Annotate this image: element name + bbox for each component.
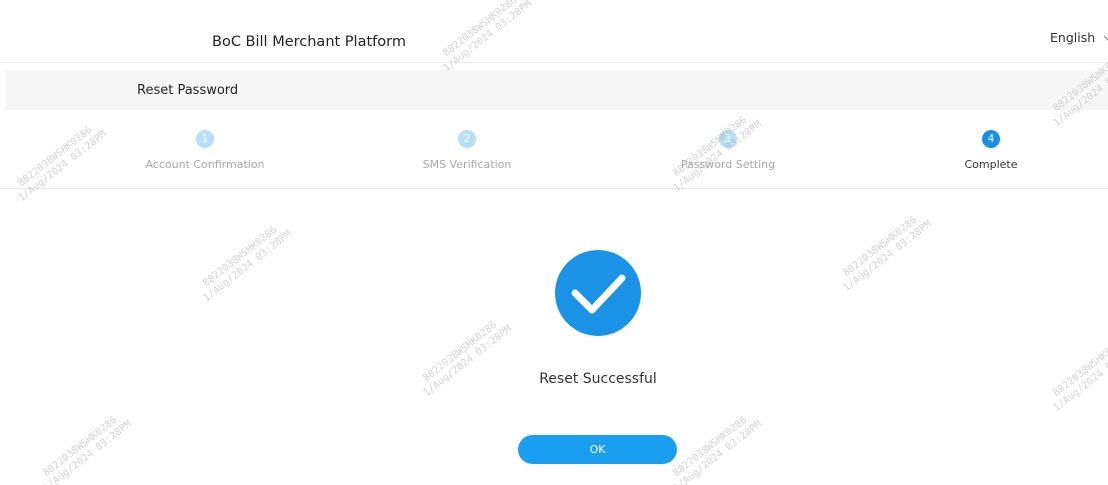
step-password-setting: 3 Password Setting (628, 130, 828, 171)
platform-name: BoC Bill Merchant Platform (212, 34, 406, 50)
watermark-id: 8822038WSHK0286 (201, 224, 280, 290)
step-number-badge: 2 (458, 130, 476, 148)
top-header: BoC Bill Merchant Platform English (0, 0, 1108, 63)
watermark: 8822038WSHK02861/Aug/2024 03:28PM (1044, 329, 1108, 415)
watermark-date: 1/Aug/2024 03:28PM (1051, 338, 1108, 415)
step-complete: 4 Complete (891, 130, 1091, 171)
success-message: Reset Successful (539, 371, 657, 387)
watermark-id: 8822038WSHK0286 (1051, 334, 1108, 400)
watermark: 8822038WSHK02861/Aug/2024 03:28PM (664, 409, 764, 485)
watermark-id: 8822038WSHK0286 (671, 414, 750, 480)
step-account-confirmation: 1 Account Confirmation (105, 130, 305, 171)
watermark-date: 1/Aug/2024 03:28PM (201, 228, 294, 305)
watermark-date: 1/Aug/2024 03:28PM (841, 218, 934, 295)
step-number-badge: 4 (982, 130, 1000, 148)
watermark-date: 1/Aug/2024 03:28PM (421, 323, 514, 400)
watermark-date: 1/Aug/2024 03:28PM (41, 418, 134, 485)
watermark-id: 8822038WSHK0286 (421, 319, 500, 385)
chevron-down-icon (1103, 35, 1108, 41)
ok-button[interactable]: OK (518, 435, 677, 464)
language-selector[interactable]: English (1050, 30, 1108, 45)
step-label: Password Setting (680, 158, 776, 171)
step-number-badge: 3 (719, 130, 737, 148)
step-number-badge: 1 (196, 130, 214, 148)
page-title-bar: Reset Password (6, 70, 1108, 110)
check-circle-icon (555, 250, 641, 336)
language-label: English (1050, 30, 1096, 45)
page-title: Reset Password (137, 83, 239, 98)
reset-password-page: BoC Bill Merchant Platform English Reset… (0, 0, 1108, 485)
watermark-id: 8822038WSHK0286 (841, 214, 920, 280)
watermark: 8822038WSHK02861/Aug/2024 03:28PM (834, 209, 934, 295)
watermark: 8822038WSHK02861/Aug/2024 03:28PM (194, 219, 294, 305)
watermark-date: 1/Aug/2024 03:28PM (671, 418, 764, 485)
watermark: 8822038WSHK02861/Aug/2024 03:28PM (34, 409, 134, 485)
progress-steps: 1 Account Confirmation 2 SMS Verificatio… (0, 118, 1108, 189)
watermark-id: 8822038WSHK0286 (41, 414, 120, 480)
step-sms-verification: 2 SMS Verification (367, 130, 567, 171)
step-label: Complete (964, 158, 1018, 171)
step-label: Account Confirmation (145, 158, 265, 171)
step-label: SMS Verification (422, 158, 512, 171)
